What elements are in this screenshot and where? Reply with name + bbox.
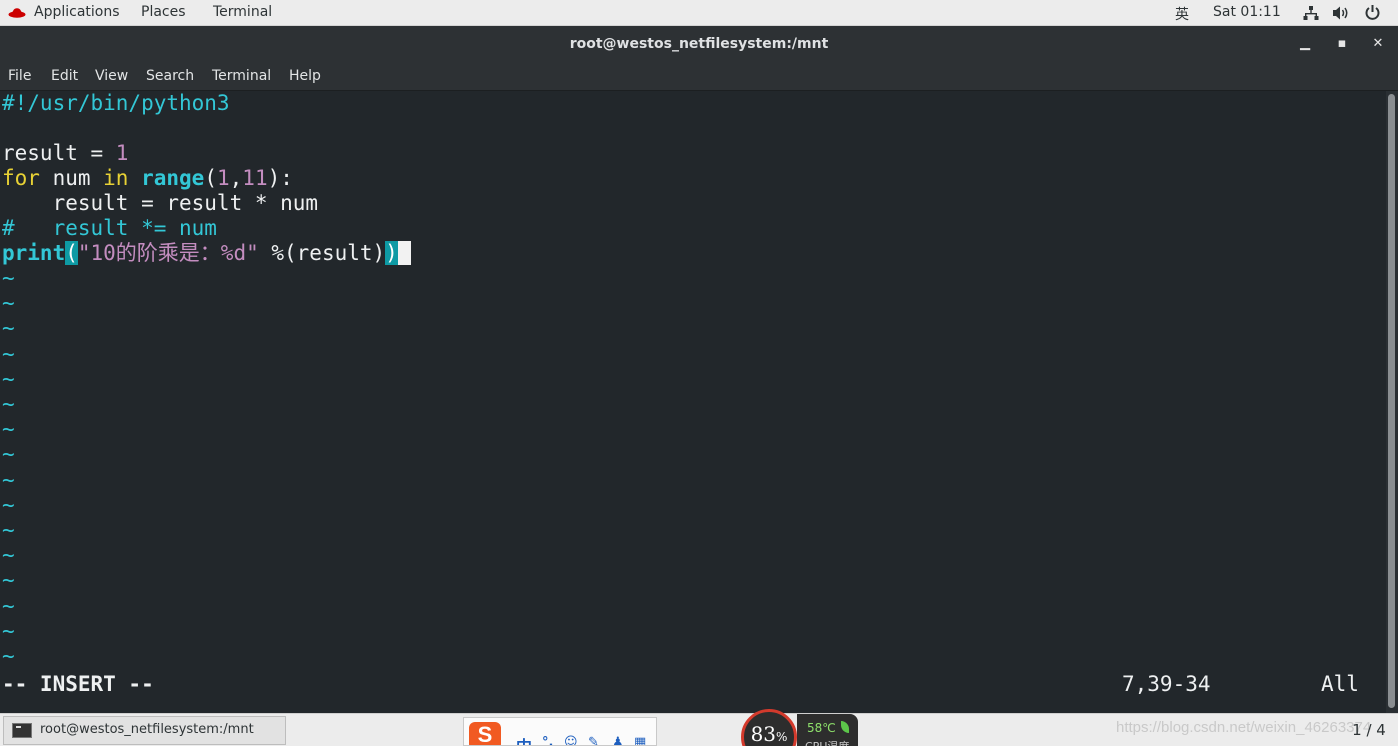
matched-paren-close: )	[385, 241, 398, 265]
code-line-4: for num in range(1,11):	[2, 166, 293, 191]
window-titlebar[interactable]: root@westos_netfilesystem:/mnt ▁ ▪ ✕	[0, 26, 1398, 62]
grid-icon[interactable]: ▦	[634, 735, 648, 745]
code-line-7: print("10的阶乘是：%d" %(result))	[2, 241, 411, 266]
ime-chinese-mode[interactable]: 中	[516, 733, 532, 745]
redhat-icon[interactable]	[8, 7, 26, 18]
emoji-icon[interactable]: ☺	[564, 735, 578, 745]
matched-paren-open: (	[65, 241, 78, 265]
empty-line-tilde: ~	[2, 618, 15, 643]
maximize-button[interactable]: ▪	[1332, 35, 1352, 53]
taskbar-window-button[interactable]: root@westos_netfilesystem:/mnt	[3, 716, 286, 745]
code-paren: ):	[267, 166, 293, 190]
keyword-for: for	[2, 166, 40, 190]
applications-menu[interactable]: Applications	[34, 4, 120, 20]
number-literal: 1	[115, 141, 129, 165]
empty-line-tilde: ~	[2, 467, 15, 492]
scrollbar-thumb[interactable]	[1388, 94, 1395, 708]
code-text: num	[39, 166, 104, 190]
watermark-text: https://blog.csdn.net/weixin_46263374	[1116, 719, 1372, 736]
top-panel: Applications Places Terminal 英 Sat 01:11	[0, 0, 1398, 26]
menu-terminal[interactable]: Terminal	[212, 68, 271, 84]
terminal-menubar: File Edit View Search Terminal Help	[0, 62, 1398, 91]
code-text: result = result * num	[2, 191, 319, 215]
empty-line-tilde: ~	[2, 291, 15, 316]
close-button[interactable]: ✕	[1368, 35, 1388, 53]
menu-file[interactable]: File	[8, 68, 31, 84]
text-cursor	[397, 241, 411, 265]
code-paren: (	[204, 166, 217, 190]
vim-mode-indicator: -- INSERT --	[2, 672, 154, 696]
empty-line-tilde: ~	[2, 442, 15, 467]
power-icon[interactable]	[1364, 4, 1381, 21]
menu-edit[interactable]: Edit	[51, 68, 78, 84]
taskbar-window-label: root@westos_netfilesystem:/mnt	[40, 722, 254, 737]
code-text: result =	[2, 141, 116, 165]
menu-view[interactable]: View	[95, 68, 128, 84]
code-line-1: #!/usr/bin/python3	[2, 91, 230, 116]
code-line-6: # result *= num	[2, 216, 217, 241]
user-icon[interactable]: ♟	[612, 735, 626, 745]
empty-line-tilde: ~	[2, 341, 15, 366]
sogou-logo-icon[interactable]: S	[469, 722, 501, 745]
empty-line-tilde: ~	[2, 593, 15, 618]
cpu-usage-value: 83	[750, 722, 777, 746]
terminal-scrollbar[interactable]	[1386, 91, 1398, 713]
cursor-position: 7,39-34	[1122, 672, 1211, 696]
terminal-app-menu[interactable]: Terminal	[213, 4, 272, 20]
input-method-indicator[interactable]: 英	[1175, 4, 1189, 24]
empty-line-tilde: ~	[2, 492, 15, 517]
cpu-temp-label: CPU温度	[805, 738, 849, 746]
code-text: %(result)	[258, 241, 386, 265]
empty-line-tilde: ~	[2, 543, 15, 568]
cpu-monitor-widget[interactable]: 58℃ CPU温度 83%	[741, 709, 858, 746]
empty-line-tilde: ~	[2, 366, 15, 391]
workspace-indicator[interactable]: 1 / 4	[1344, 719, 1394, 743]
clock[interactable]: Sat 01:11	[1213, 4, 1281, 20]
builtin-range: range	[141, 166, 205, 190]
empty-line-tilde: ~	[2, 316, 15, 341]
empty-line-tilde: ~	[2, 568, 15, 593]
leaf-icon	[841, 721, 849, 733]
code-line-5: result = result * num	[2, 191, 319, 216]
empty-line-tilde: ~	[2, 417, 15, 442]
terminal-icon	[12, 723, 32, 738]
number-literal: 11	[242, 166, 268, 190]
code-line-3: result = 1	[2, 141, 128, 166]
code-comma: ,	[229, 166, 243, 190]
keyword-in: in	[103, 166, 129, 190]
cpu-usage-percent: 83%	[741, 722, 797, 746]
comment-text: # result *= num	[2, 216, 217, 240]
empty-line-tilde: ~	[2, 644, 15, 668]
empty-line-tilde: ~	[2, 518, 15, 542]
handwriting-icon[interactable]: ✎	[588, 735, 602, 745]
cpu-temperature: 58℃	[807, 721, 836, 735]
input-method-toolbar[interactable]: S 中 °, ☺ ✎ ♟ ▦	[463, 717, 657, 746]
shebang-text: #!/usr/bin/python3	[2, 91, 230, 115]
number-literal: 1	[216, 166, 230, 190]
cpu-temp-panel: 58℃ CPU温度	[797, 714, 858, 746]
empty-line-tilde: ~	[2, 266, 15, 290]
scroll-percent: All	[1321, 672, 1359, 696]
terminal-area[interactable]: #!/usr/bin/python3 result = 1 for num in…	[0, 91, 1386, 713]
cpu-usage-unit: %	[776, 730, 788, 744]
menu-search[interactable]: Search	[146, 68, 194, 84]
volume-icon[interactable]	[1332, 5, 1350, 21]
minimize-button[interactable]: ▁	[1295, 35, 1315, 53]
empty-line-tilde: ~	[2, 392, 15, 416]
menu-help[interactable]: Help	[289, 68, 321, 84]
network-icon[interactable]	[1303, 5, 1319, 21]
string-literal: "10的阶乘是：%d"	[77, 241, 259, 265]
window-title: root@westos_netfilesystem:/mnt	[569, 36, 829, 52]
places-menu[interactable]: Places	[141, 4, 186, 20]
punctuation-icon[interactable]: °,	[542, 735, 556, 745]
builtin-print: print	[2, 241, 66, 265]
